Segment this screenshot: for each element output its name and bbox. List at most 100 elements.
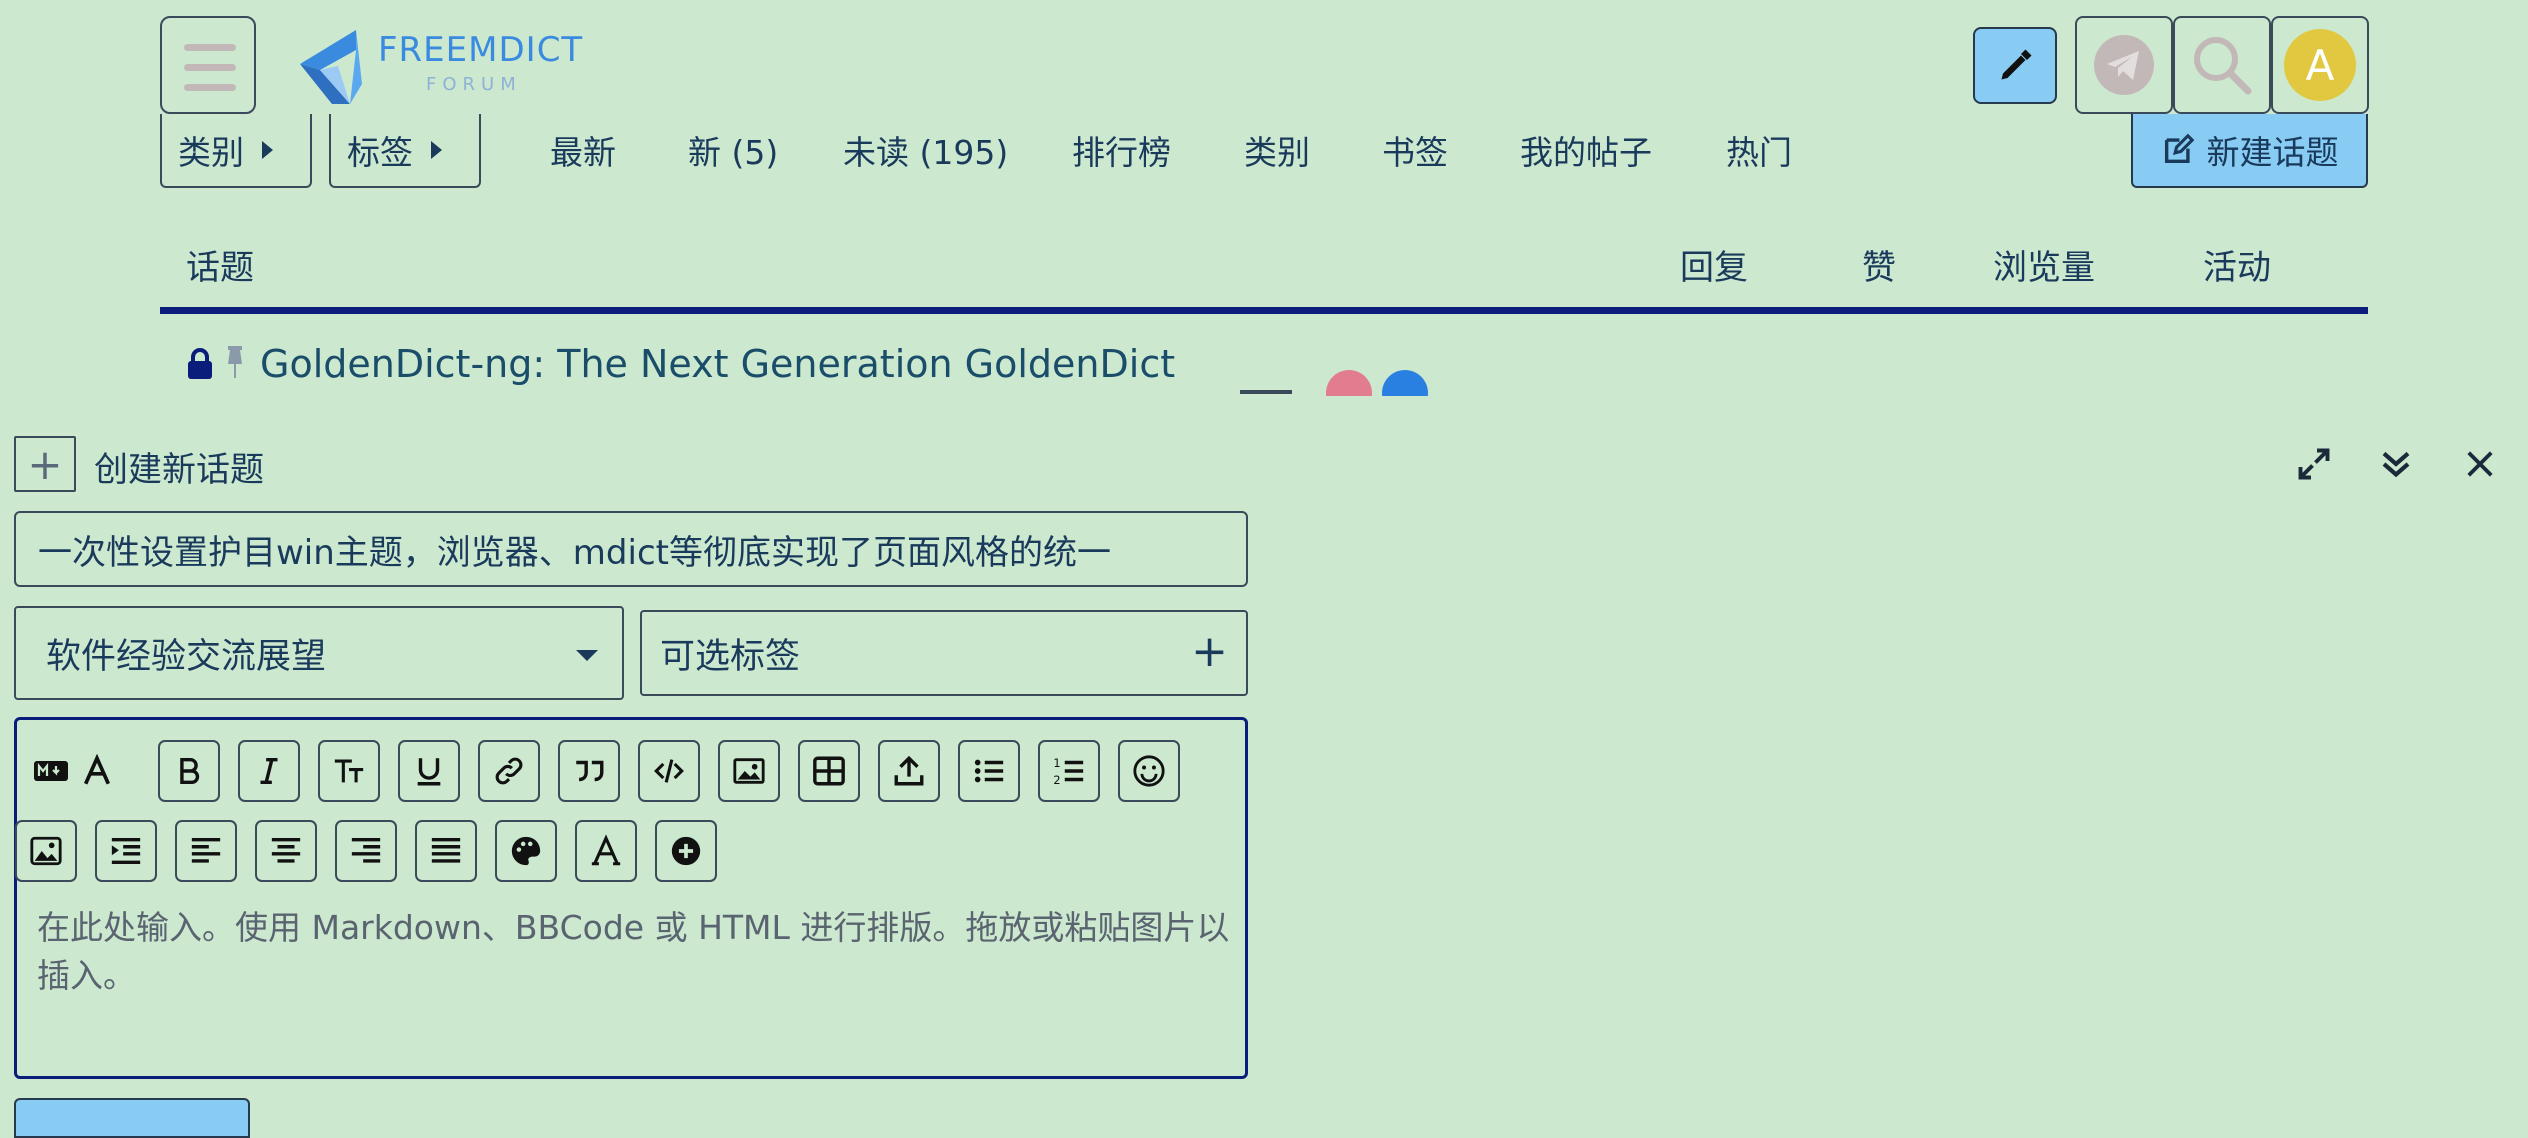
font-icon (591, 834, 621, 866)
column-header-views[interactable]: 浏览量 (1993, 240, 2095, 289)
underline-button[interactable] (398, 740, 460, 802)
composer-editor[interactable]: 12 在此处输入。使用 Markdown、BBCode 或 HTML 进行排版。… (14, 717, 1248, 1079)
link-button[interactable] (478, 740, 540, 802)
user-menu-button[interactable]: A (2271, 16, 2369, 114)
indent-button[interactable] (95, 820, 157, 882)
nav-link-categories[interactable]: 类别 (1244, 126, 1310, 174)
picture-icon (30, 836, 62, 866)
column-header-topic[interactable]: 话题 (186, 240, 254, 289)
nav-link-hot[interactable]: 热门 (1726, 126, 1792, 174)
table-header-divider (160, 307, 2368, 314)
underline-icon (417, 758, 441, 786)
table-icon (813, 756, 845, 786)
search-icon (2194, 37, 2252, 95)
topic-row-poster-avatars (1230, 368, 1430, 396)
numbered-list-button[interactable]: 12 (1038, 740, 1100, 802)
nav-link-hot-clip: 热门 (1726, 120, 1798, 176)
hamburger-icon-bar (184, 64, 236, 71)
link-icon (495, 757, 523, 785)
color-button[interactable] (495, 820, 557, 882)
logo-title: FREEMDICT (378, 30, 584, 70)
menu-button[interactable] (160, 16, 256, 114)
avatar: A (2284, 29, 2356, 101)
align-justify-button[interactable] (415, 820, 477, 882)
telegram-button[interactable] (2075, 16, 2173, 114)
bullet-list-button[interactable] (958, 740, 1020, 802)
svg-text:1: 1 (1053, 756, 1060, 770)
nav-link-bookmarks[interactable]: 书签 (1382, 126, 1448, 174)
code-button[interactable] (638, 740, 700, 802)
bold-icon (180, 757, 200, 785)
expand-icon (2298, 448, 2330, 480)
align-right-icon (351, 837, 381, 863)
upload-button[interactable] (878, 740, 940, 802)
image-button[interactable] (718, 740, 780, 802)
align-center-button[interactable] (255, 820, 317, 882)
avatar (1382, 370, 1428, 396)
image-insert-button[interactable] (15, 820, 77, 882)
italic-icon (260, 757, 278, 785)
edit-square-icon (2164, 133, 2194, 164)
rich-text-toggle[interactable] (77, 740, 117, 802)
align-justify-icon (431, 837, 461, 863)
close-icon (2467, 451, 2493, 477)
caret-right-icon (431, 141, 442, 159)
plus-icon: + (27, 439, 63, 489)
topic-title-link[interactable]: GoldenDict-ng: The Next Generation Golde… (260, 342, 1175, 386)
column-header-activity[interactable]: 活动 (2203, 240, 2271, 289)
table-button[interactable] (798, 740, 860, 802)
upload-icon (894, 755, 924, 786)
hamburger-icon-bar (184, 84, 236, 91)
nav-link-latest[interactable]: 最新 (550, 126, 616, 174)
telegram-icon (2094, 35, 2154, 95)
composer-minimize-button[interactable] (2372, 440, 2420, 488)
tags-dropdown[interactable]: 标签 (329, 114, 481, 188)
search-button[interactable] (2173, 16, 2271, 114)
nav-link-my-posts[interactable]: 我的帖子 (1520, 126, 1652, 174)
quote-button[interactable] (558, 740, 620, 802)
bookmark-icon (1240, 390, 1292, 394)
bullet-list-icon (974, 759, 1004, 783)
emoji-button[interactable] (1118, 740, 1180, 802)
bold-button[interactable] (158, 740, 220, 802)
categories-dropdown[interactable]: 类别 (160, 114, 312, 188)
column-header-replies[interactable]: 回复 (1680, 240, 1748, 289)
numbered-list-icon: 12 (1053, 756, 1084, 787)
caret-down-icon (576, 650, 598, 661)
avatar (1326, 370, 1372, 396)
italic-button[interactable] (238, 740, 300, 802)
column-header-likes[interactable]: 赞 (1862, 240, 1896, 289)
pin-icon (228, 346, 242, 378)
align-left-button[interactable] (175, 820, 237, 882)
heading-button[interactable] (318, 740, 380, 802)
composer-fullscreen-button[interactable] (2290, 440, 2338, 488)
create-topic-submit-button[interactable] (14, 1098, 250, 1138)
font-button[interactable] (575, 820, 637, 882)
hamburger-icon (184, 44, 236, 51)
smile-icon (1133, 755, 1165, 787)
more-options-button[interactable] (655, 820, 717, 882)
logo-icon (300, 30, 362, 104)
nav-link-leaderboard[interactable]: 排行榜 (1072, 126, 1171, 174)
quote-icon (576, 760, 604, 782)
align-right-button[interactable] (335, 820, 397, 882)
logo-subtitle: FORUM (426, 74, 522, 95)
markdown-mode-toggle[interactable] (31, 740, 71, 802)
category-select[interactable]: 软件经验交流展望 (14, 606, 624, 700)
nav-link-unread[interactable]: 未读 (195) (843, 126, 1008, 174)
new-topic-label: 新建话题 (2206, 133, 2339, 172)
lock-icon (188, 348, 212, 379)
edit-button[interactable] (1973, 27, 2057, 104)
plus-circle-icon (671, 836, 701, 866)
new-topic-button[interactable]: 新建话题 (2131, 114, 2368, 188)
tag-chooser[interactable]: 可选标签 + (640, 610, 1248, 696)
svg-text:2: 2 (1053, 773, 1060, 787)
chevron-double-down-icon (2382, 451, 2410, 478)
composer-header-title: 创建新话题 (94, 450, 264, 490)
caret-right-icon (262, 141, 273, 159)
topic-title-input[interactable] (14, 511, 1248, 587)
nav-link-new[interactable]: 新 (5) (688, 126, 778, 174)
composer-close-button[interactable] (2456, 440, 2504, 488)
palette-icon (511, 836, 541, 866)
composer-add-button[interactable]: + (14, 436, 76, 492)
